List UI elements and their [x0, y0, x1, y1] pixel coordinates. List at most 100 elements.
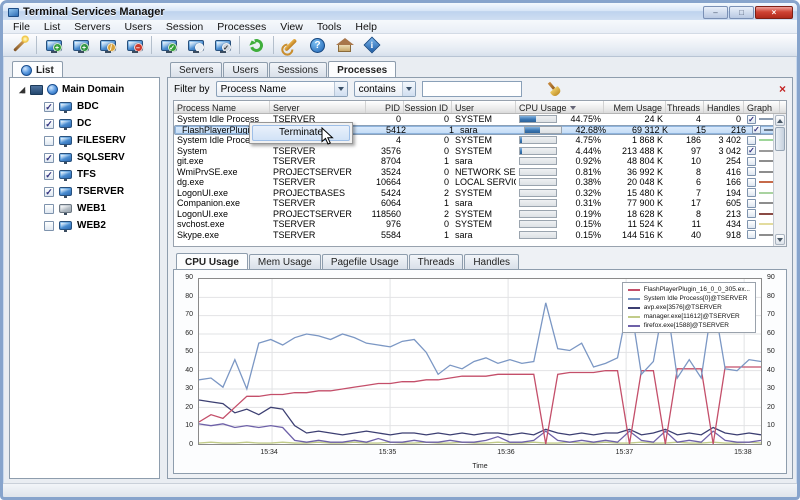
wizard-wand-button[interactable]: [7, 35, 32, 56]
graph-checkbox[interactable]: [747, 178, 756, 187]
close-button[interactable]: ×: [755, 6, 793, 19]
table-row[interactable]: LogonUI.exePROJECTBASES54242SYSTEM0.32%1…: [174, 188, 786, 199]
home-button[interactable]: [332, 35, 357, 56]
settings-wrench-button[interactable]: [278, 35, 303, 56]
minimize-button[interactable]: –: [703, 6, 728, 19]
tab-servers[interactable]: Servers: [170, 62, 222, 77]
scrollbar-thumb[interactable]: [775, 127, 785, 151]
table-row[interactable]: Skype.exeTSERVER55841sara0.15%144 516 K4…: [174, 230, 786, 241]
column-header-process-name[interactable]: Process Name: [174, 101, 270, 113]
filter-value-input[interactable]: [422, 81, 522, 97]
table-row[interactable]: Companion.exeTSERVER60641sara0.31%77 900…: [174, 198, 786, 209]
clear-filter-broom-icon[interactable]: [543, 78, 565, 100]
about-button[interactable]: i: [359, 35, 384, 56]
graph-checkbox[interactable]: ✓: [747, 115, 756, 124]
graph-checkbox[interactable]: [747, 209, 756, 218]
menu-users[interactable]: Users: [118, 21, 157, 33]
graph-checkbox[interactable]: [747, 188, 756, 197]
context-menu-item-terminate[interactable]: Terminate: [252, 125, 350, 141]
table-row[interactable]: svchost.exeTSERVER9760SYSTEM0.15%11 524 …: [174, 219, 786, 230]
filter-by-label: Filter by: [174, 84, 210, 95]
add-server-wizard-button[interactable]: +: [68, 35, 93, 56]
menu-file[interactable]: File: [7, 21, 36, 33]
filter-field-select[interactable]: Process Name: [216, 81, 348, 97]
scroll-down-icon[interactable]: [775, 234, 785, 245]
graph-checkbox[interactable]: [747, 230, 756, 239]
menu-processes[interactable]: Processes: [211, 21, 272, 33]
tree-item-dc[interactable]: ✓DC: [44, 118, 155, 129]
expander-icon[interactable]: [19, 86, 25, 92]
add-server-button[interactable]: +: [41, 35, 66, 56]
tree-item-bdc[interactable]: ✓BDC: [44, 101, 155, 112]
tree-item-sqlserv[interactable]: ✓SQLSERV: [44, 152, 155, 163]
legend-label: firefox.exe[1588]@TSERVER: [644, 322, 729, 329]
table-row[interactable]: WmiPrvSE.exePROJECTSERVER35240NETWORK SE…: [174, 167, 786, 178]
connect-session-button[interactable]: ✓: [156, 35, 181, 56]
tree-item-tserver[interactable]: ✓TSERVER: [44, 186, 155, 197]
menu-view[interactable]: View: [274, 21, 309, 33]
tab-list[interactable]: List: [12, 61, 63, 77]
select-sessions-button[interactable]: ✓: [210, 35, 235, 56]
help-button[interactable]: ?: [305, 35, 330, 56]
checkbox[interactable]: ✓: [44, 170, 54, 180]
checkbox[interactable]: [44, 204, 54, 214]
maximize-button[interactable]: □: [729, 6, 754, 19]
edit-server-button[interactable]: /: [95, 35, 120, 56]
close-filter-icon[interactable]: ×: [779, 83, 786, 95]
graph-checkbox[interactable]: [747, 199, 756, 208]
table-row[interactable]: LogonUI.exePROJECTSERVER1185602SYSTEM0.1…: [174, 209, 786, 220]
table-scrollbar[interactable]: [773, 114, 786, 246]
graph-checkbox[interactable]: ✓: [747, 146, 756, 155]
checkbox[interactable]: [44, 136, 54, 146]
disconnect-session-button[interactable]: [183, 35, 208, 56]
checkbox[interactable]: ✓: [44, 153, 54, 163]
panel-splitter[interactable]: [160, 61, 167, 479]
checkbox[interactable]: ✓: [44, 102, 54, 112]
chart-tab-cpu-usage[interactable]: CPU Usage: [176, 253, 248, 269]
column-header-server[interactable]: Server: [270, 101, 366, 113]
tree-item-fileserv[interactable]: FILESERV: [44, 135, 155, 146]
tab-sessions[interactable]: Sessions: [269, 62, 328, 77]
column-header-session-id[interactable]: Session ID: [404, 101, 452, 113]
checkbox[interactable]: [44, 221, 54, 231]
chart-tab-pagefile-usage[interactable]: Pagefile Usage: [322, 254, 408, 269]
chevron-down-icon[interactable]: [402, 82, 415, 96]
tab-users[interactable]: Users: [223, 62, 267, 77]
chart-tab-mem-usage[interactable]: Mem Usage: [249, 254, 321, 269]
chart-tab-handles[interactable]: Handles: [464, 254, 519, 269]
scroll-up-icon[interactable]: [775, 115, 785, 126]
column-header-mem-usage[interactable]: Mem Usage: [604, 101, 666, 113]
column-header-threads[interactable]: Threads: [666, 101, 704, 113]
title-bar[interactable]: Terminal Services Manager –□×: [3, 3, 797, 20]
table-row[interactable]: dg.exeTSERVER106640LOCAL SERVICE0.38%20 …: [174, 177, 786, 188]
tree-item-tfs[interactable]: ✓TFS: [44, 169, 155, 180]
graph-checkbox[interactable]: [747, 157, 756, 166]
column-header-cpu-usage[interactable]: CPU Usage: [516, 101, 604, 113]
refresh-button[interactable]: [244, 35, 269, 56]
tree-root-main-domain[interactable]: Main Domain: [14, 84, 155, 95]
filter-operator-select[interactable]: contains: [354, 81, 416, 97]
remove-server-button[interactable]: –: [122, 35, 147, 56]
menu-tools[interactable]: Tools: [311, 21, 348, 33]
column-header-handles[interactable]: Handles: [704, 101, 744, 113]
column-header-pid[interactable]: PID: [366, 101, 404, 113]
graph-checkbox[interactable]: [747, 167, 756, 176]
checkbox[interactable]: ✓: [44, 187, 54, 197]
table-row[interactable]: SystemTSERVER35760SYSTEM4.44%213 488 K97…: [174, 146, 786, 157]
chevron-down-icon[interactable]: [334, 82, 347, 96]
graph-checkbox[interactable]: ✓: [752, 126, 761, 135]
menu-servers[interactable]: Servers: [68, 21, 116, 33]
tab-processes[interactable]: Processes: [328, 61, 396, 77]
graph-checkbox[interactable]: [747, 136, 756, 145]
table-row[interactable]: git.exeTSERVER87041sara0.92%48 804 K1025…: [174, 156, 786, 167]
graph-checkbox[interactable]: [747, 220, 756, 229]
menu-session[interactable]: Session: [160, 21, 209, 33]
column-header-user[interactable]: User: [452, 101, 516, 113]
menu-help[interactable]: Help: [349, 21, 383, 33]
tree-item-web1[interactable]: WEB1: [44, 203, 155, 214]
tree-item-web2[interactable]: WEB2: [44, 220, 155, 231]
column-header-graph[interactable]: Graph: [744, 101, 780, 113]
menu-list[interactable]: List: [38, 21, 66, 33]
checkbox[interactable]: ✓: [44, 119, 54, 129]
chart-tab-threads[interactable]: Threads: [409, 254, 464, 269]
